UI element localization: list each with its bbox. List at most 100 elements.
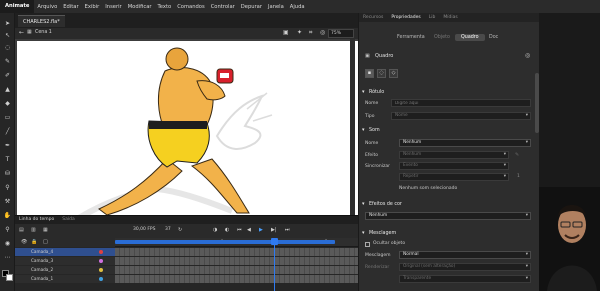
current-frame-value[interactable]: 37 [165, 227, 171, 232]
subselection-tool-icon[interactable]: ↖ [3, 31, 12, 40]
section-som[interactable]: Som [359, 126, 540, 135]
eyedropper-tool-icon[interactable]: ⚲ [3, 183, 12, 192]
layer-frames[interactable] [115, 248, 358, 256]
menu-controlar[interactable]: Controlar [208, 4, 238, 10]
layer-row-camada-1[interactable]: Camada_1 [15, 275, 358, 283]
menu-inserir[interactable]: Inserir [102, 4, 124, 10]
menu-janela[interactable]: Janela [265, 4, 287, 10]
menu-texto[interactable]: Texto [155, 4, 175, 10]
brush-tool-icon[interactable]: ✐ [3, 71, 12, 80]
center-stage-icon[interactable]: ◎ [320, 29, 325, 36]
first-frame-icon[interactable]: ⏮ [237, 227, 242, 233]
layer-frames[interactable] [115, 257, 358, 265]
edit-symbols-icon[interactable]: ✦ [297, 29, 302, 36]
fps-display[interactable]: 30,00 FPS [133, 227, 156, 232]
step-forward-icon[interactable]: ▶| [271, 227, 277, 233]
menu-ajuda[interactable]: Ajuda [287, 4, 308, 10]
subtab-objeto[interactable]: Objeto [434, 35, 450, 40]
tween-mode-icon[interactable]: ◌ [377, 69, 386, 78]
menu-comandos[interactable]: Comandos [174, 4, 208, 10]
section-efeitos-de-cor[interactable]: Efeitos de cor [359, 200, 540, 209]
loop-icon[interactable]: ↻ [178, 227, 182, 233]
pencil-tool-icon[interactable]: ✎ [3, 57, 12, 66]
scene-label[interactable]: Cena 1 [35, 30, 52, 35]
clip-content-icon[interactable]: ⌗ [309, 29, 312, 37]
zoom-select[interactable]: 75% [328, 29, 354, 38]
transparent-select[interactable]: Transparente ▾ [399, 275, 531, 283]
layer-frames[interactable] [115, 266, 358, 274]
subtab-quadro[interactable]: Quadro [455, 34, 485, 41]
show-all-layers-icon[interactable]: 👁 [21, 239, 27, 245]
step-back-icon[interactable]: ◀ [247, 227, 251, 233]
sound-name-select[interactable]: Nenhum ▾ [399, 139, 531, 147]
selection-tool-icon[interactable]: ➤ [3, 19, 12, 28]
menu-depurar[interactable]: Depurar [238, 4, 265, 10]
paint-bucket-tool-icon[interactable]: ⛁ [3, 169, 12, 178]
blend-select[interactable]: Normal ▾ [399, 251, 531, 259]
subtab-doc[interactable]: Doc [489, 35, 498, 40]
text-tool-icon[interactable]: T [3, 155, 12, 164]
folder-icon[interactable]: ▥ [31, 227, 36, 233]
keyframe-mode-icon[interactable]: ◇ [389, 69, 398, 78]
tab-timeline[interactable]: Linha do tempo [15, 216, 58, 224]
camera-tool-icon[interactable]: ◉ [3, 239, 12, 248]
layer-color-dot[interactable] [99, 250, 103, 254]
layer-color-dot[interactable] [99, 259, 103, 263]
layer-row-camada-4[interactable]: Camada_4 [15, 248, 358, 256]
tab-output[interactable]: Saída [58, 216, 78, 224]
play-icon[interactable]: ▶ [259, 227, 263, 233]
last-frame-icon[interactable]: ⏭ [285, 227, 290, 233]
edit-multiple-frames-icon[interactable]: ◐ [225, 227, 229, 233]
layer-frames[interactable] [115, 275, 358, 283]
hand-tool-icon[interactable]: ✋ [3, 211, 12, 220]
color-effect-select[interactable]: Nenhum ▾ [365, 212, 531, 220]
lock-all-layers-icon[interactable]: 🔒 [31, 239, 37, 245]
edit-envelope-icon[interactable]: ✎ [515, 152, 519, 158]
delete-layer-icon[interactable]: ▦ [43, 227, 48, 233]
more-tools-icon[interactable]: ⋯ [3, 253, 12, 262]
onion-skin-icon[interactable]: ◑ [213, 227, 217, 233]
playhead[interactable] [274, 238, 275, 291]
panel-options-icon[interactable]: ◎ [525, 52, 530, 59]
frame-mode-icon[interactable]: ▪ [365, 69, 374, 78]
menu-exibir[interactable]: Exibir [82, 4, 103, 10]
outline-layers-icon[interactable]: □ [43, 239, 48, 245]
paint-brush-tool-icon[interactable]: ▲ [3, 85, 12, 94]
subtab-ferramenta[interactable]: Ferramenta [397, 35, 425, 40]
layer-row-camada-3[interactable]: Camada_3 [15, 257, 358, 265]
section-mesclagem[interactable]: Mesclagem [359, 229, 540, 238]
zoom-tool-icon[interactable]: ⚲ [3, 225, 12, 234]
menu-arquivo[interactable]: Arquivo [34, 4, 60, 10]
sound-repeat-count[interactable]: 1 [517, 174, 520, 179]
eraser-tool-icon[interactable]: ◆ [3, 99, 12, 108]
lasso-tool-icon[interactable]: ◌ [3, 43, 12, 52]
pen-tool-icon[interactable]: ✒ [3, 141, 12, 150]
sound-effect-select[interactable]: Nenhum ▾ [399, 151, 509, 159]
tab-lib[interactable]: Lib [425, 13, 440, 22]
sound-sync-select[interactable]: Evento ▾ [399, 162, 509, 170]
layer-row-camada-2[interactable]: Camada_2 [15, 266, 358, 274]
label-name-input[interactable] [391, 99, 531, 107]
rectangle-tool-icon[interactable]: ▭ [3, 113, 12, 122]
bone-tool-icon[interactable]: ⚒ [3, 197, 12, 206]
tab-propriedades[interactable]: Propriedades [387, 13, 424, 22]
hide-object-checkbox[interactable] [365, 242, 370, 247]
line-tool-icon[interactable]: ╱ [3, 127, 12, 136]
back-arrow-icon[interactable]: ← [19, 29, 24, 36]
stage-canvas[interactable] [17, 41, 358, 215]
section-rotulo[interactable]: Rótulo [359, 88, 540, 97]
render-select[interactable]: Original (sem alteração) ▾ [399, 263, 531, 271]
fill-color-swatch[interactable] [6, 274, 13, 281]
document-tab[interactable]: CHARLES2.fla* [18, 15, 65, 27]
stage-scrollbar[interactable] [350, 39, 355, 215]
label-type-select[interactable]: Nome ▾ [391, 112, 531, 120]
new-layer-icon[interactable]: ▤ [19, 227, 24, 233]
menu-modificar[interactable]: Modificar [125, 4, 155, 10]
edit-scene-icon[interactable]: ▣ [283, 29, 289, 36]
tab-recursos[interactable]: Recursos [359, 13, 387, 22]
layer-color-dot[interactable] [99, 277, 103, 281]
tab-midias[interactable]: Mídias [439, 13, 461, 22]
menu-editar[interactable]: Editar [60, 4, 81, 10]
sound-repeat-select[interactable]: Repetir ▾ [399, 173, 509, 181]
layer-color-dot[interactable] [99, 268, 103, 272]
